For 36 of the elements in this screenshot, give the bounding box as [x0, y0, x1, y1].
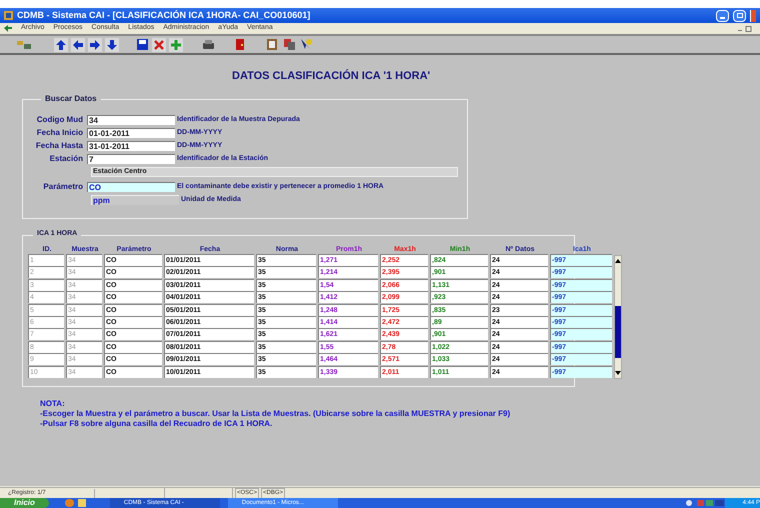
printer-icon[interactable] — [201, 38, 215, 52]
scroll-thumb[interactable] — [615, 306, 621, 358]
unit-field: ppm — [91, 195, 179, 205]
arrow-right-icon[interactable] — [88, 38, 102, 52]
restore-button[interactable] — [733, 10, 746, 22]
arrow-down-icon[interactable] — [105, 38, 119, 52]
start-button[interactable]: Inicio — [0, 498, 49, 508]
arrow-up-icon[interactable] — [54, 38, 68, 52]
window-title: CDMB - Sistema CAI - [CLASIFICACIÓN ICA 1HORA- CAI_CO010601] — [17, 8, 312, 22]
input-field[interactable]: CO — [87, 182, 175, 192]
input-field[interactable]: 31-01-2011 — [87, 141, 175, 151]
arrow-left-icon[interactable] — [71, 38, 85, 52]
help-icon[interactable] — [299, 38, 313, 52]
note-text: -Escoger la Muestra y el parámetro a buscar. Usar la Lista de Muestras. (Ubicarse sobre la casilla MUESTRA y presionar F9) — [40, 409, 512, 419]
input-field[interactable]: 34 — [87, 115, 175, 125]
save-icon[interactable] — [135, 38, 149, 52]
tray-icons — [684, 499, 725, 507]
input-field[interactable]: 7 — [87, 154, 175, 164]
close-button[interactable] — [750, 10, 756, 22]
note-title: NOTA: — [40, 399, 66, 409]
field-label: Fecha Hasta — [34, 140, 84, 152]
clipboard-icon[interactable] — [265, 38, 279, 52]
field-label: Parámetro — [42, 181, 84, 193]
form-heading: DATOS CLASIFICACIÓN ICA '1 HORA' — [232, 70, 430, 82]
scrollbar[interactable] — [614, 255, 622, 379]
note-text: -Pulsar F8 sobre alguna casilla del Recuadro de ICA 1 HORA. — [40, 419, 274, 429]
copy-icon[interactable] — [282, 38, 296, 52]
field-label: Estación — [48, 153, 84, 165]
input-field[interactable]: 01-01-2011 — [87, 128, 175, 138]
quick-launch-icon[interactable] — [78, 499, 86, 507]
minimize-button[interactable] — [716, 10, 729, 22]
delete-icon[interactable] — [152, 38, 166, 52]
field-label: Fecha Inicio — [36, 127, 84, 139]
field-label: Codigo Mud — [36, 114, 84, 126]
exit-door-icon[interactable] — [233, 38, 247, 52]
window-controls-icon[interactable] — [738, 26, 752, 32]
